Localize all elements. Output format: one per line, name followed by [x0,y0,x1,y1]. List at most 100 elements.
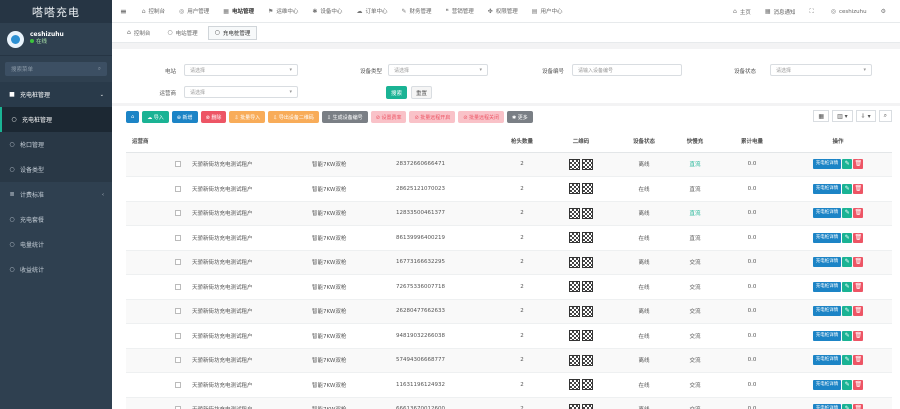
table-row[interactable]: 天骄新街坊充电测试租户 智能7KW双枪 57494306668777 2 离线 交流 0.0… [126,348,892,373]
edit-icon[interactable]: ✎ [842,330,853,341]
top-nav-item[interactable]: ⌂ 控制台 [135,0,172,23]
top-right-item[interactable]: ⛶ [803,0,824,23]
row-checkbox[interactable] [175,357,181,363]
row-checkbox[interactable] [175,308,181,314]
table-row[interactable]: 天骄新街坊充电测试租户 智能7KW双枪 28372660666471 2 离线 直流 0.0… [126,152,892,177]
delete-icon[interactable]: 🗑 [853,281,864,292]
delete-icon[interactable]: 🗑 [853,232,864,243]
qrcode-icon[interactable] [582,207,593,219]
column-header-operator[interactable]: 运营商 [126,130,170,153]
qrcode-icon[interactable] [582,232,593,244]
charger-detail-button[interactable]: 充电桩详情 [812,232,842,243]
toolbar-button[interactable]: ⇩ 批量导入 [229,111,266,123]
table-row[interactable]: 天骄新街坊充电测试租户 智能7KW双枪 12833500461377 2 离线 直流 0.0… [126,201,892,226]
operator-select[interactable]: 请选择 ▾ [184,86,298,98]
cell-checkbox[interactable] [170,201,186,226]
toolbar-button[interactable]: ☁ 导入 [142,111,169,123]
cell-checkbox[interactable] [170,372,186,398]
column-header-speed[interactable]: 快慢充 [670,130,720,153]
row-checkbox[interactable] [175,259,181,265]
qrcode-icon[interactable] [569,330,580,342]
cell-checkbox[interactable] [170,299,186,324]
qrcode-icon[interactable] [569,158,580,170]
top-nav-item[interactable]: ⚑ 运维中心 [261,0,305,23]
qrcode-icon[interactable] [582,379,593,391]
page-tab[interactable]: ○ 充电桩管理 [207,25,258,40]
edit-icon[interactable]: ✎ [842,306,853,317]
toolbar-button[interactable]: ⇩ 生成设备编号 [321,111,368,123]
row-checkbox[interactable] [175,234,181,241]
delete-icon[interactable]: 🗑 [853,330,864,341]
edit-icon[interactable]: ✎ [842,159,853,170]
top-right-item[interactable]: ⚙ [874,0,896,23]
delete-icon[interactable]: 🗑 [853,257,864,268]
toolbar-button[interactable]: ⊘ 批量远程开启 [409,111,456,123]
charger-detail-button[interactable]: 充电桩详情 [812,159,842,170]
charger-detail-button[interactable]: 充电桩详情 [812,306,842,317]
qrcode-icon[interactable] [582,305,593,317]
delete-icon[interactable]: 🗑 [853,404,864,409]
column-header-name[interactable] [186,130,306,153]
top-nav-item[interactable]: ❝ 营销管理 [439,0,481,23]
device-status-select[interactable]: 请选择 ▾ [770,64,872,76]
qrcode-icon[interactable] [582,158,593,170]
top-nav-item[interactable]: ✤ 权限管理 [481,0,525,23]
table-row[interactable]: 天骄新街坊充电测试租户 智能7KW双枪 28625121070023 2 在线 直流 0.0… [126,176,892,202]
qrcode-icon[interactable] [569,183,580,195]
toolbar-button[interactable]: ⊗ 删除 [200,111,227,123]
top-right-item[interactable]: ⌂ 主页 [726,0,758,23]
toolbar-right-button[interactable]: ⌕ [878,110,892,122]
qrcode-icon[interactable] [582,183,593,195]
cell-checkbox[interactable] [170,250,186,275]
qrcode-icon[interactable] [582,354,593,366]
toolbar-right-button[interactable]: ▥ ▾ [832,110,853,122]
sidebar-item-charger-manage[interactable]: ○ 充电桩管理 [0,107,112,132]
table-row[interactable]: 天骄新街坊充电测试租户 智能7KW双枪 11631196124932 2 在线 交流 0.0… [126,372,892,398]
charger-detail-button[interactable]: 充电桩详情 [812,379,842,390]
toolbar-button[interactable]: ⇩ 导出设备二维码 [268,111,319,123]
delete-icon[interactable]: 🗑 [853,306,864,317]
edit-icon[interactable]: ✎ [842,404,853,409]
qrcode-icon[interactable] [582,256,593,268]
top-nav-item[interactable]: ☁ 订单中心 [349,0,394,23]
edit-icon[interactable]: ✎ [842,355,853,366]
qrcode-icon[interactable] [582,281,593,293]
row-checkbox[interactable] [175,185,181,192]
qrcode-icon[interactable] [569,281,580,293]
charger-detail-button[interactable]: 充电桩详情 [812,355,842,366]
delete-icon[interactable]: 🗑 [853,159,864,170]
qrcode-icon[interactable] [569,379,580,391]
top-nav-item[interactable]: ◎ 用户管理 [172,0,216,23]
station-select[interactable]: 请选择 ▾ [184,64,298,76]
top-nav-item[interactable]: ✎ 财务管理 [394,0,438,23]
table-row[interactable]: 天骄新街坊充电测试租户智能7KW双枪666136700126002 离线交流0.0… [126,397,892,409]
edit-icon[interactable]: ✎ [842,379,853,390]
table-row[interactable]: 天骄新街坊充电测试租户 智能7KW双枪 86139996400219 2 在线 直流 0.0… [126,225,892,251]
charger-detail-button[interactable]: 充电桩详情 [812,183,842,194]
menu-toggle-icon[interactable]: ≡ [112,7,135,16]
sidebar-item-package[interactable]: ○ 充电套餐 [0,207,112,232]
device-type-select[interactable]: 请选择 ▾ [388,64,488,76]
edit-icon[interactable]: ✎ [842,232,853,243]
page-tab[interactable]: ⌂ 控制台 [120,26,157,40]
delete-icon[interactable]: 🗑 [853,355,864,366]
charger-detail-button[interactable]: 充电桩详情 [812,404,842,409]
row-checkbox[interactable] [175,210,181,216]
toolbar-button[interactable]: ✱ 更多 [507,111,533,123]
brand-logo[interactable]: 嗒嗒充电 [0,0,112,23]
column-header-status[interactable]: 设备状态 [618,130,670,153]
cell-checkbox[interactable] [170,176,186,202]
edit-icon[interactable]: ✎ [842,281,853,292]
charger-detail-button[interactable]: 充电桩详情 [812,330,842,341]
table-row[interactable]: 天骄新街坊充电测试租户 智能7KW双枪 94819032266038 2 在线 交流 0.0… [126,323,892,349]
cell-checkbox[interactable] [170,348,186,373]
qrcode-icon[interactable] [582,330,593,342]
sidebar-item-charger-group[interactable]: ■ 充电桩管理 ⌄ [0,82,112,107]
toolbar-right-button[interactable]: ⇩ ▾ [855,110,876,122]
cell-checkbox[interactable] [170,274,186,300]
qrcode-icon[interactable] [569,305,580,317]
top-nav-item[interactable]: ▤ 用户中心 [525,0,570,23]
column-header-power[interactable]: 累计电量 [720,130,784,153]
toolbar-button[interactable]: ⊕ 新增 [171,111,198,123]
row-checkbox[interactable] [175,161,181,167]
